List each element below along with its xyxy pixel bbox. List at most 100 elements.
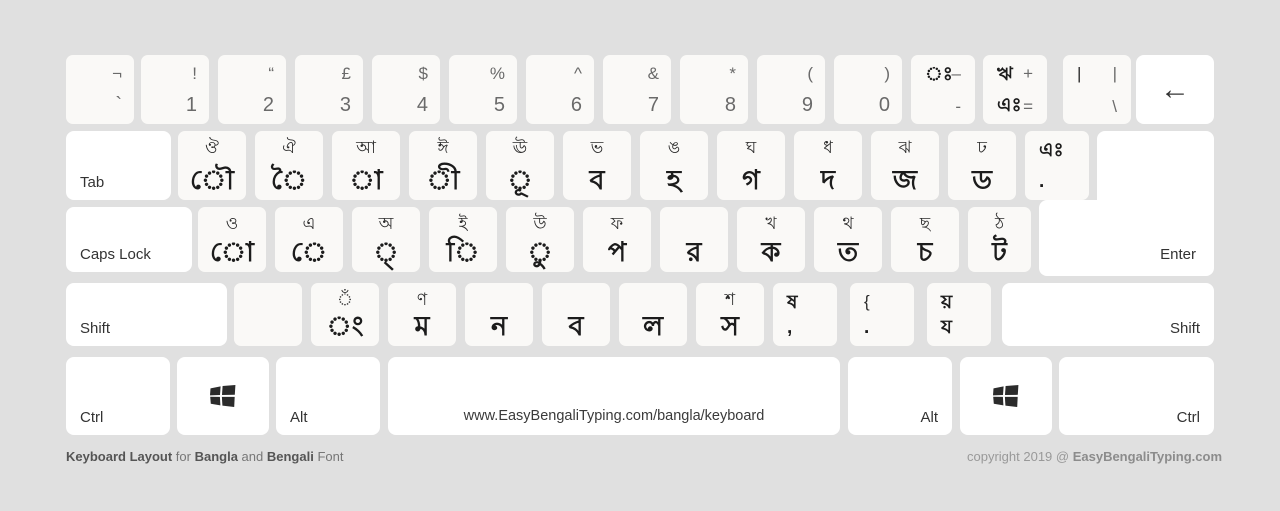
key-legend-base: 1 bbox=[185, 94, 197, 116]
ctrl-left-key-label: Ctrl bbox=[80, 409, 104, 426]
key-u[interactable]: ঙ হ bbox=[640, 131, 708, 200]
key-f[interactable]: ই ি bbox=[429, 207, 497, 272]
key-o[interactable]: ধ দ bbox=[794, 131, 862, 200]
key-1[interactable]: ! 1 bbox=[141, 55, 209, 124]
key-l[interactable]: থ ত bbox=[814, 207, 882, 272]
key-legend-bn-base: চ bbox=[917, 237, 933, 267]
key-minus[interactable]: ঃ – - bbox=[911, 55, 975, 124]
copyright-text: copyright 2019 @ bbox=[967, 449, 1073, 464]
key-legend-bn-base: ম bbox=[414, 311, 430, 341]
key-backslash-left[interactable] bbox=[234, 283, 302, 346]
key-legend-bn-base: ৌ bbox=[190, 165, 234, 195]
backspace-key[interactable]: ← bbox=[1136, 55, 1214, 124]
key-legend-bn-shift: উ bbox=[533, 214, 547, 233]
tab-key[interactable]: Tab bbox=[66, 131, 171, 200]
key-z[interactable]: ঁ ং bbox=[311, 283, 379, 346]
win-left-key[interactable] bbox=[177, 357, 269, 435]
key-h[interactable]: ফ প bbox=[583, 207, 651, 272]
key-legend-shift: % bbox=[489, 64, 505, 83]
key-c[interactable]: ন bbox=[465, 283, 533, 346]
key-legend-bn-base: . bbox=[1039, 171, 1045, 192]
key-7[interactable]: & 7 bbox=[603, 55, 671, 124]
key-legend-bn-shift: ঔ bbox=[205, 138, 219, 157]
key-legend-bn-shift: ঠ bbox=[994, 214, 1005, 233]
key-legend-shift: ¬ bbox=[112, 64, 122, 83]
key-legend-bn-shift: এঃ bbox=[1039, 140, 1064, 161]
key-legend-bn-base: ট bbox=[992, 237, 1007, 267]
key-s[interactable]: এ ে bbox=[275, 207, 343, 272]
key-grave[interactable]: ¬ ` bbox=[66, 55, 134, 124]
key-legend-bn-shift: ঃ bbox=[925, 64, 953, 85]
key-apostrophe[interactable]: ঠ ট bbox=[968, 207, 1031, 272]
key-5[interactable]: % 5 bbox=[449, 55, 517, 124]
key-legend-bn-base: ক bbox=[761, 237, 781, 267]
key-legend-bn-shift: শ bbox=[724, 290, 736, 309]
key-legend-bn-base: া bbox=[349, 165, 383, 195]
key-legend-base: ` bbox=[115, 94, 122, 116]
key-b[interactable]: ল bbox=[619, 283, 687, 346]
key-legend-bn-base: এঃ bbox=[997, 95, 1022, 116]
key-legend-bn-shift: ঐ bbox=[282, 138, 296, 157]
key-g[interactable]: উ ু bbox=[506, 207, 574, 272]
key-9[interactable]: ( 9 bbox=[757, 55, 825, 124]
key-q[interactable]: ঔ ৌ bbox=[178, 131, 246, 200]
key-i[interactable]: ঘ গ bbox=[717, 131, 785, 200]
key-legend-bn-shift: ই bbox=[458, 214, 468, 233]
key-k[interactable]: খ ক bbox=[737, 207, 805, 272]
shift-right-key[interactable]: Shift bbox=[1002, 283, 1214, 346]
ctrl-left-key[interactable]: Ctrl bbox=[66, 357, 170, 435]
key-w[interactable]: ঐ ৈ bbox=[255, 131, 323, 200]
key-legend-bn-base: ন bbox=[490, 311, 508, 341]
win-right-key[interactable] bbox=[960, 357, 1052, 435]
key-m[interactable]: ষ , bbox=[773, 283, 837, 346]
key-backslash[interactable]: | | \ bbox=[1063, 55, 1131, 124]
key-legend-base: 8 bbox=[724, 94, 736, 116]
key-legend-base: . bbox=[864, 317, 870, 338]
key-legend-bn-shift: ঙ bbox=[667, 138, 681, 157]
key-legend-base: 7 bbox=[647, 94, 659, 116]
key-t[interactable]: ঊ ূ bbox=[486, 131, 554, 200]
key-legend-bn-base: দ bbox=[820, 165, 836, 195]
key-0[interactable]: ) 0 bbox=[834, 55, 902, 124]
key-6[interactable]: ^ 6 bbox=[526, 55, 594, 124]
keyboard-layout: ¬ ` ! 1 “ 2 £ 3 $ 4 % 5 ^ 6 & 7 * 8 ( 9 … bbox=[0, 0, 1280, 511]
spacebar-key[interactable]: www.EasyBengaliTyping.com/bangla/keyboar… bbox=[388, 357, 840, 435]
key-legend-bn-shift: ঢ bbox=[977, 138, 987, 157]
key-semicolon[interactable]: ছ চ bbox=[891, 207, 959, 272]
enter-key-joiner bbox=[1097, 191, 1214, 211]
footer-title: Keyboard Layout bbox=[66, 449, 173, 464]
enter-key[interactable]: Enter bbox=[1039, 131, 1214, 276]
ctrl-right-key[interactable]: Ctrl bbox=[1059, 357, 1214, 435]
key-v[interactable]: ব bbox=[542, 283, 610, 346]
key-y[interactable]: ভ ব bbox=[563, 131, 631, 200]
shift-left-key[interactable]: Shift bbox=[66, 283, 227, 346]
key-e[interactable]: আ া bbox=[332, 131, 400, 200]
key-p[interactable]: ঝ জ bbox=[871, 131, 939, 200]
key-legend-bn-shift: ষ bbox=[787, 292, 798, 313]
key-period[interactable]: য় য bbox=[927, 283, 991, 346]
key-8[interactable]: * 8 bbox=[680, 55, 748, 124]
key-legend-bn-base: ং bbox=[326, 311, 364, 341]
key-2[interactable]: “ 2 bbox=[218, 55, 286, 124]
alt-right-key[interactable]: Alt bbox=[848, 357, 952, 435]
enter-key-label: Enter bbox=[1160, 246, 1196, 263]
key-j[interactable]: র bbox=[660, 207, 728, 272]
key-equal[interactable]: ঋ + এঃ = bbox=[983, 55, 1047, 124]
key-bracket-right[interactable]: এঃ . bbox=[1025, 131, 1089, 200]
key-comma[interactable]: { . bbox=[850, 283, 914, 346]
key-legend-shift: & bbox=[647, 64, 659, 83]
key-legend-shift: – bbox=[951, 64, 961, 83]
key-r[interactable]: ঈ ী bbox=[409, 131, 477, 200]
key-n[interactable]: শ স bbox=[696, 283, 764, 346]
key-legend-bn-shift: খ bbox=[765, 214, 777, 233]
key-legend-bn-base: ে bbox=[290, 237, 328, 267]
key-x[interactable]: ণ ম bbox=[388, 283, 456, 346]
key-d[interactable]: অ ্ bbox=[352, 207, 420, 272]
key-bracket-left[interactable]: ঢ ড bbox=[948, 131, 1016, 200]
footer-copyright: copyright 2019 @ EasyBengaliTyping.com bbox=[967, 449, 1222, 464]
caps-lock-key[interactable]: Caps Lock bbox=[66, 207, 192, 272]
alt-left-key[interactable]: Alt bbox=[276, 357, 380, 435]
key-a[interactable]: ও ো bbox=[198, 207, 266, 272]
key-3[interactable]: £ 3 bbox=[295, 55, 363, 124]
key-4[interactable]: $ 4 bbox=[372, 55, 440, 124]
